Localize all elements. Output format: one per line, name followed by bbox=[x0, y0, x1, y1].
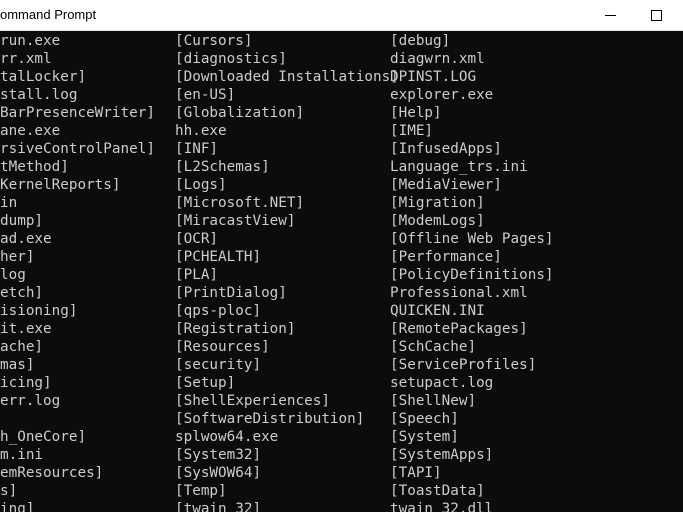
listing-entry: isioning] bbox=[0, 303, 78, 319]
listing-entry: diagwrn.xml bbox=[390, 51, 485, 67]
listing-entry: [Resources] bbox=[175, 339, 270, 355]
listing-entry: BarPresenceWriter] bbox=[0, 105, 155, 121]
maximize-icon bbox=[650, 10, 662, 21]
listing-entry: explorer.exe bbox=[390, 87, 494, 103]
listing-entry: [PrintDialog] bbox=[175, 285, 287, 301]
listing-entry: Language_trs.ini bbox=[390, 159, 528, 175]
listing-entry: [SysWOW64] bbox=[175, 465, 262, 481]
listing-entry: [PolicyDefinitions] bbox=[390, 267, 554, 283]
listing-entry: ache] bbox=[0, 339, 44, 355]
listing-entry: [Help] bbox=[390, 105, 442, 121]
listing-entry: [MediaViewer] bbox=[390, 177, 502, 193]
listing-entry: ad.exe bbox=[0, 231, 52, 247]
listing-entry: KernelReports] bbox=[0, 177, 121, 193]
listing-entry: [en-US] bbox=[175, 87, 236, 103]
listing-entry: [Logs] bbox=[175, 177, 227, 193]
listing-entry: [RemotePackages] bbox=[390, 321, 528, 337]
listing-entry: hh.exe bbox=[175, 123, 227, 139]
listing-entry: [SystemApps] bbox=[390, 447, 494, 463]
minimize-button[interactable] bbox=[587, 0, 633, 31]
listing-entry: tMethod] bbox=[0, 159, 69, 175]
listing-entry: [twain_32] bbox=[175, 501, 262, 512]
listing-entry: [OCR] bbox=[175, 231, 219, 247]
listing-entry: [Migration] bbox=[390, 195, 485, 211]
listing-entry: setupact.log bbox=[390, 375, 494, 391]
listing-entry: Professional.xml bbox=[390, 285, 528, 301]
listing-entry: [L2Schemas] bbox=[175, 159, 270, 175]
listing-entry: [security] bbox=[175, 357, 262, 373]
console-output[interactable]: run.exe rr.xml talLocker] stall.log BarPrese… bbox=[0, 31, 683, 512]
listing-entry: [Offline Web Pages] bbox=[390, 231, 554, 247]
listing-entry: [Performance] bbox=[390, 249, 502, 265]
listing-entry: mas] bbox=[0, 357, 35, 373]
listing-entry: [ModemLogs] bbox=[390, 213, 485, 229]
listing-entry: [Downloaded Installations] bbox=[175, 69, 399, 85]
listing-entry: emResources] bbox=[0, 465, 104, 481]
listing-entry: [TAPI] bbox=[390, 465, 442, 481]
listing-entry: rr.xml bbox=[0, 51, 52, 67]
listing-entry: twain_32.dll bbox=[390, 501, 494, 512]
listing-entry: [System] bbox=[390, 429, 459, 445]
listing-entry: ane.exe bbox=[0, 123, 61, 139]
listing-entry: [Microsoft.NET] bbox=[175, 195, 305, 211]
listing-entry: [IME] bbox=[390, 123, 434, 139]
listing-entry: stall.log bbox=[0, 87, 78, 103]
listing-entry: [InfusedApps] bbox=[390, 141, 502, 157]
listing-entry: [Setup] bbox=[175, 375, 236, 391]
listing-entry: [Registration] bbox=[175, 321, 296, 337]
listing-entry: splwow64.exe bbox=[175, 429, 279, 445]
maximize-button[interactable] bbox=[633, 0, 679, 31]
listing-entry: icing] bbox=[0, 375, 52, 391]
listing-entry: m.ini bbox=[0, 447, 44, 463]
listing-entry: her] bbox=[0, 249, 35, 265]
listing-entry: [debug] bbox=[390, 33, 451, 49]
listing-entry: rsiveControlPanel] bbox=[0, 141, 155, 157]
listing-entry: [ServiceProfiles] bbox=[390, 357, 537, 373]
listing-entry: etch] bbox=[0, 285, 44, 301]
listing-entry: it.exe bbox=[0, 321, 52, 337]
listing-entry: s] bbox=[0, 483, 18, 499]
listing-entry: [Temp] bbox=[175, 483, 227, 499]
listing-entry: err.log bbox=[0, 393, 61, 409]
listing-entry: h_OneCore] bbox=[0, 429, 87, 445]
listing-entry: run.exe bbox=[0, 33, 61, 49]
listing-entry: [qps-ploc] bbox=[175, 303, 262, 319]
listing-entry: [SoftwareDistribution] bbox=[175, 411, 365, 427]
listing-entry: [Cursors] bbox=[175, 33, 253, 49]
listing-entry: [Speech] bbox=[390, 411, 459, 427]
listing-entry: [PLA] bbox=[175, 267, 219, 283]
listing-entry: [ToastData] bbox=[390, 483, 485, 499]
listing-entry: QUICKEN.INI bbox=[390, 303, 485, 319]
listing-entry: [ShellNew] bbox=[390, 393, 477, 409]
listing-entry: [SchCache] bbox=[390, 339, 477, 355]
listing-entry: [Globalization] bbox=[175, 105, 305, 121]
listing-entry: in bbox=[0, 195, 18, 211]
listing-entry: DPINST.LOG bbox=[390, 69, 477, 85]
title-bar[interactable]: ommand Prompt bbox=[0, 0, 683, 31]
listing-entry: [ShellExperiences] bbox=[175, 393, 330, 409]
listing-entry: dump] bbox=[0, 213, 44, 229]
window-title: ommand Prompt bbox=[0, 7, 97, 22]
listing-entry: [diagnostics] bbox=[175, 51, 287, 67]
listing-entry: ing] bbox=[0, 501, 35, 512]
listing-entry: [PCHEALTH] bbox=[175, 249, 262, 265]
listing-entry: talLocker] bbox=[0, 69, 87, 85]
listing-entry: [System32] bbox=[175, 447, 262, 463]
minimize-icon bbox=[604, 15, 616, 16]
listing-entry: log bbox=[0, 267, 26, 283]
listing-entry: [MiracastView] bbox=[175, 213, 296, 229]
listing-entry: [INF] bbox=[175, 141, 219, 157]
